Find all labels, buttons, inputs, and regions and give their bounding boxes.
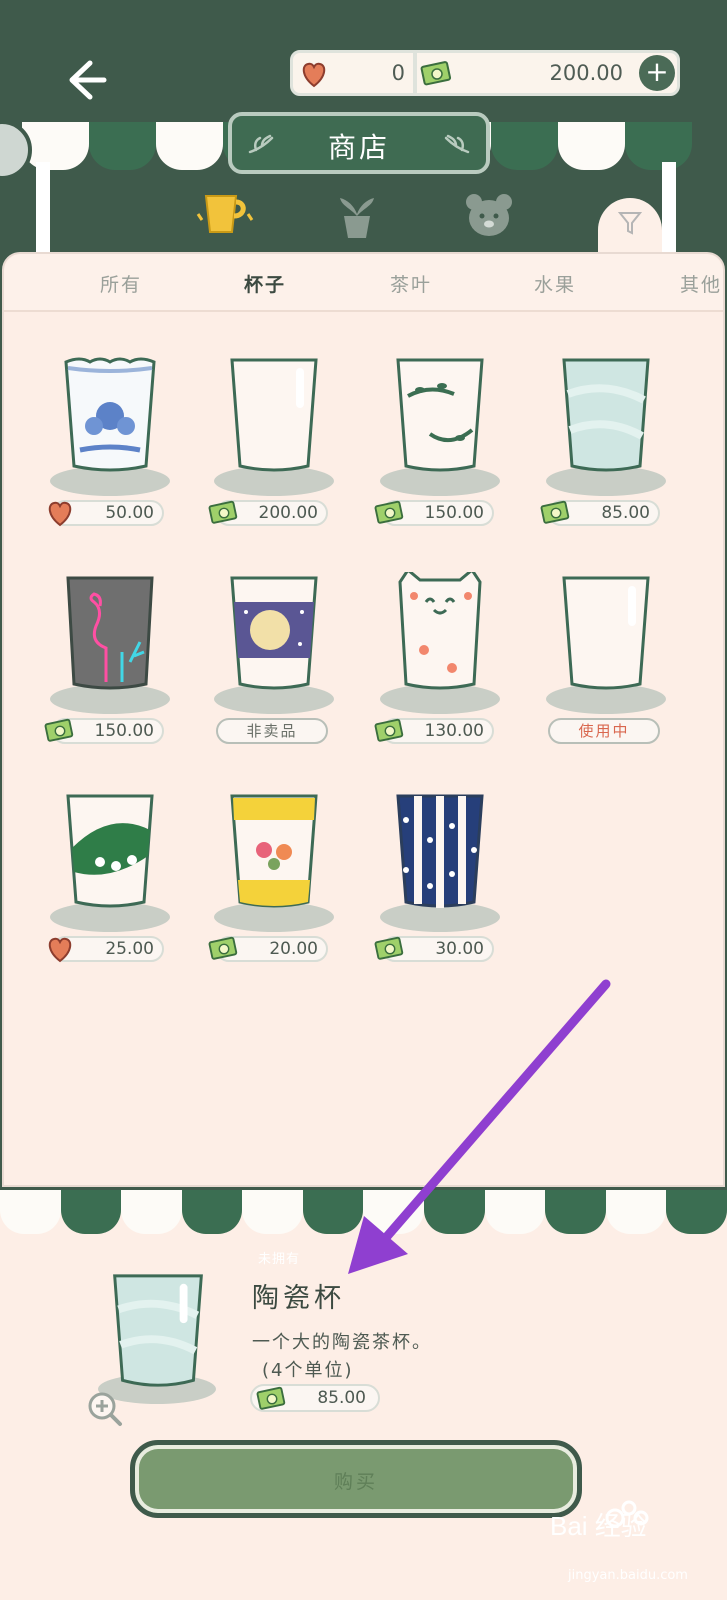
ceramic-cup-icon (562, 358, 650, 472)
money-icon (374, 718, 404, 742)
item-name: 陶瓷杯 (252, 1283, 345, 1314)
price-tag: 150.00 (374, 500, 494, 526)
heart-icon (48, 501, 72, 527)
item-units: (4个单位) (262, 1360, 354, 1381)
back-arrow-icon[interactable] (60, 55, 110, 105)
item-card[interactable]: 30.00 (370, 790, 510, 990)
filter-icon (618, 212, 642, 235)
default-cup-icon (562, 576, 650, 690)
currency-divider (413, 50, 417, 96)
money-icon (44, 718, 74, 742)
tab-fruit[interactable]: 水果 (534, 270, 576, 297)
tab-bar: 所有 杯子 茶叶 水果 其他 (4, 254, 723, 312)
item-card[interactable]: 非卖品 (204, 572, 344, 772)
price-value: 30.00 (435, 939, 484, 959)
yellow-flower-cup-icon (230, 794, 318, 908)
currency-bar: 0 200.00 + (290, 50, 680, 96)
selected-cup-image (113, 1274, 203, 1387)
money-icon (208, 936, 238, 960)
add-currency-button[interactable]: + (639, 55, 675, 91)
price-tag: 200.00 (208, 500, 328, 526)
zoom-icon[interactable] (86, 1390, 124, 1428)
price-tag: 150.00 (44, 718, 164, 744)
not-for-sale-tag: 非卖品 (216, 718, 328, 744)
plant-category-icon[interactable] (332, 194, 382, 240)
shop-sign: 商店 (228, 112, 490, 174)
money-icon (256, 1386, 286, 1410)
lily-of-valley-cup-icon (66, 794, 154, 908)
bottom-awning (0, 1190, 727, 1234)
tab-all[interactable]: 所有 (100, 270, 142, 297)
in-use-tag: 使用中 (548, 718, 660, 744)
heart-icon (302, 62, 326, 88)
tab-other[interactable]: 其他 (680, 270, 722, 297)
price-tag: 30.00 (374, 936, 494, 962)
item-card[interactable]: 使用中 (536, 572, 676, 772)
item-card[interactable]: 130.00 (370, 572, 510, 772)
price-value: 130.00 (424, 721, 484, 741)
price-value: 85.00 (601, 503, 650, 523)
cat-cup-icon (398, 572, 482, 690)
money-icon (420, 61, 452, 86)
price-tag: 85.00 (540, 500, 660, 526)
awning-pole-right (662, 162, 676, 252)
leaf-icon (444, 134, 470, 154)
price-value: 25.00 (105, 939, 154, 959)
price-value: 20.00 (269, 939, 318, 959)
price-tag: 25.00 (48, 936, 164, 963)
detail-price-tag: 85.00 (250, 1384, 380, 1412)
blue-dotted-cup-icon (396, 794, 484, 908)
item-description: 一个大的陶瓷茶杯。 (252, 1332, 432, 1353)
item-card[interactable]: 50.00 (40, 354, 180, 554)
heart-icon (48, 937, 72, 963)
price-tag: 50.00 (48, 500, 164, 527)
bear-category-icon[interactable] (464, 192, 514, 238)
moon-night-cup-icon (230, 576, 318, 690)
detail-price-value: 85.00 (317, 1388, 366, 1408)
cup-category-icon[interactable] (196, 192, 256, 238)
money-icon (374, 500, 404, 524)
tab-tea[interactable]: 茶叶 (390, 270, 432, 297)
item-card[interactable]: 20.00 (204, 790, 344, 990)
price-value: 150.00 (94, 721, 154, 741)
price-value: 150.00 (424, 503, 484, 523)
price-tag: 130.00 (374, 718, 494, 744)
money-count: 200.00 (549, 61, 623, 85)
money-icon (540, 500, 570, 524)
buy-button[interactable]: 购买 (130, 1440, 582, 1518)
price-value: 50.00 (105, 503, 154, 523)
item-card[interactable]: 150.00 (370, 354, 510, 554)
tab-cups[interactable]: 杯子 (244, 270, 286, 297)
awning-pole-left (36, 162, 50, 252)
item-card[interactable]: 25.00 (40, 790, 180, 990)
flamingo-neon-cup-icon (66, 576, 154, 690)
watermark-url: jingyan.baidu.com (568, 1568, 688, 1583)
item-subtitle: 未拥有 (258, 1252, 301, 1267)
watermark-text: Bai 经验 (550, 1511, 647, 1541)
heart-count: 0 (391, 61, 405, 85)
item-card[interactable]: 85.00 (536, 354, 676, 554)
buy-button-label: 购买 (333, 1471, 378, 1493)
blue-porcelain-cup-icon (64, 357, 156, 472)
plain-glass-cup-icon (230, 358, 318, 472)
item-panel: 所有 杯子 茶叶 水果 其他 50.00 200.00 150.00 85.00… (2, 252, 725, 1187)
item-card[interactable]: 150.00 (40, 572, 180, 772)
money-icon (374, 936, 404, 960)
money-icon (208, 500, 238, 524)
item-card[interactable]: 200.00 (204, 354, 344, 554)
price-tag: 20.00 (208, 936, 328, 962)
price-value: 200.00 (258, 503, 318, 523)
vine-cup-icon (396, 358, 484, 472)
